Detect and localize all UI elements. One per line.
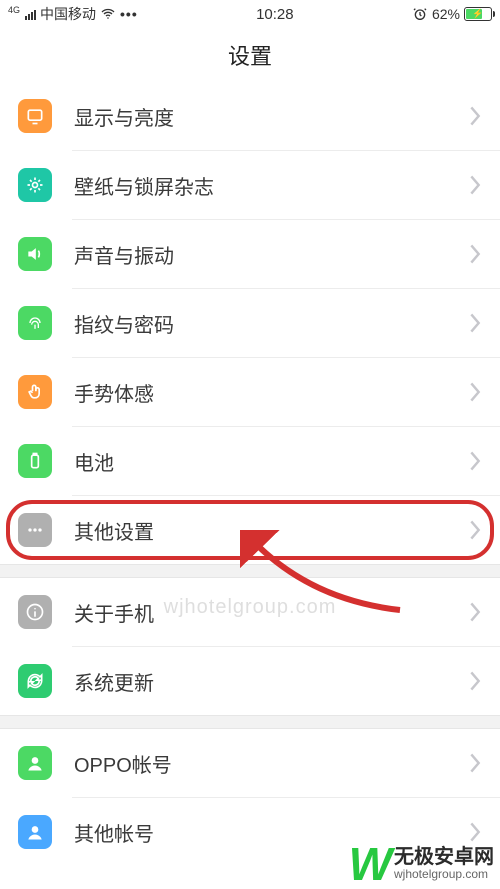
- chevron-right-icon: [468, 519, 482, 541]
- brand-url: wjhotelgroup.com: [394, 868, 494, 881]
- chevron-right-icon: [468, 312, 482, 334]
- row-label: 关于手机: [74, 598, 468, 627]
- row-display-brightness[interactable]: 显示与亮度: [0, 82, 500, 150]
- other-icon: [18, 513, 52, 547]
- chevron-right-icon: [468, 821, 482, 843]
- status-time: 10:28: [138, 6, 412, 23]
- row-label: 电池: [74, 447, 468, 476]
- row-label: OPPO帐号: [74, 749, 468, 778]
- row-gesture[interactable]: 手势体感: [0, 358, 500, 426]
- chevron-right-icon: [468, 174, 482, 196]
- battery-icon: [18, 444, 52, 478]
- row-label: 手势体感: [74, 378, 468, 407]
- row-system-update[interactable]: 系统更新: [0, 647, 500, 715]
- about-icon: [18, 595, 52, 629]
- row-label: 指纹与密码: [74, 309, 468, 338]
- signal-icon: [25, 8, 36, 20]
- alarm-icon: [412, 6, 428, 22]
- row-label: 显示与亮度: [74, 102, 468, 131]
- page-title: 设置: [0, 28, 500, 82]
- row-label: 壁纸与锁屏杂志: [74, 171, 468, 200]
- row-label: 其他设置: [74, 516, 468, 545]
- settings-section-0: 显示与亮度 壁纸与锁屏杂志 声音与振动 指纹与密码: [0, 82, 500, 564]
- gesture-icon: [18, 375, 52, 409]
- settings-section-1: 关于手机 系统更新: [0, 578, 500, 715]
- row-label: 其他帐号: [74, 818, 468, 847]
- battery-icon: ⚡: [464, 7, 492, 21]
- row-wallpaper[interactable]: 壁纸与锁屏杂志: [0, 151, 500, 219]
- wifi-icon: [100, 6, 116, 22]
- row-battery[interactable]: 电池: [0, 427, 500, 495]
- wallpaper-icon: [18, 168, 52, 202]
- update-icon: [18, 664, 52, 698]
- row-other-account[interactable]: 其他帐号: [0, 798, 500, 866]
- carrier-label: 中国移动: [40, 4, 96, 24]
- chevron-right-icon: [468, 105, 482, 127]
- settings-screen: 4G 中国移动 ••• 10:28 62% ⚡ 设置 显示与亮度: [0, 0, 500, 889]
- row-label: 系统更新: [74, 667, 468, 696]
- more-dots-icon: •••: [120, 6, 138, 22]
- chevron-right-icon: [468, 670, 482, 692]
- chevron-right-icon: [468, 381, 482, 403]
- chevron-right-icon: [468, 243, 482, 265]
- row-fingerprint[interactable]: 指纹与密码: [0, 289, 500, 357]
- row-oppo-account[interactable]: OPPO帐号: [0, 729, 500, 797]
- chevron-right-icon: [468, 601, 482, 623]
- network-type: 4G: [8, 5, 20, 15]
- row-other-settings[interactable]: 其他设置: [0, 496, 500, 564]
- other-account-icon: [18, 815, 52, 849]
- status-bar: 4G 中国移动 ••• 10:28 62% ⚡: [0, 0, 500, 28]
- row-sound[interactable]: 声音与振动: [0, 220, 500, 288]
- fingerprint-icon: [18, 306, 52, 340]
- row-label: 声音与振动: [74, 240, 468, 269]
- status-right: 62% ⚡: [412, 6, 492, 22]
- row-about-phone[interactable]: 关于手机: [0, 578, 500, 646]
- chevron-right-icon: [468, 450, 482, 472]
- chevron-right-icon: [468, 752, 482, 774]
- status-left: 4G 中国移动 •••: [8, 4, 138, 24]
- section-gap: [0, 564, 500, 578]
- settings-section-2: OPPO帐号 其他帐号: [0, 729, 500, 866]
- battery-pct: 62%: [432, 6, 460, 22]
- oppo-account-icon: [18, 746, 52, 780]
- sound-icon: [18, 237, 52, 271]
- display-icon: [18, 99, 52, 133]
- section-gap: [0, 715, 500, 729]
